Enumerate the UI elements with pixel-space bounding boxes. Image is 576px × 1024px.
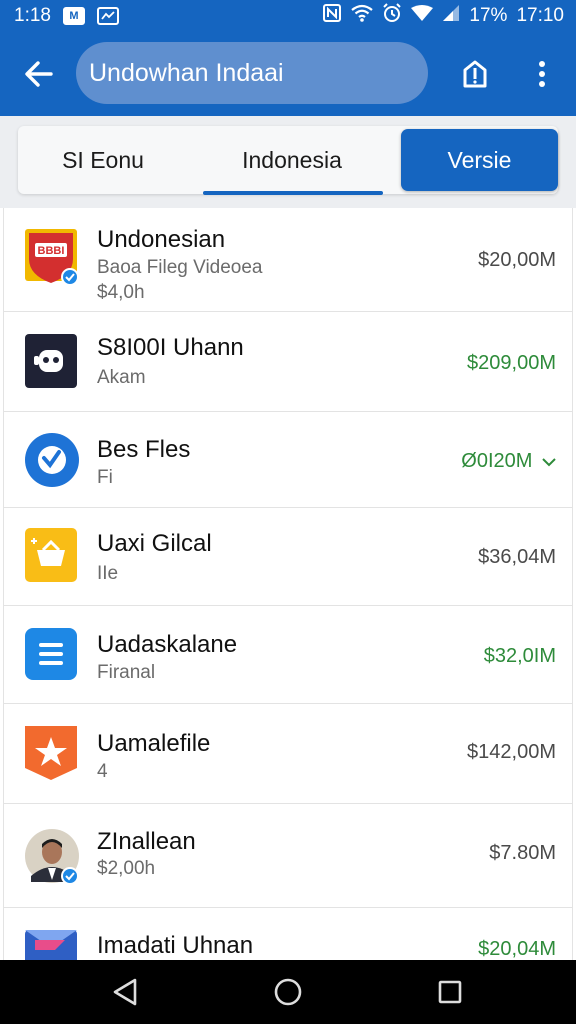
tab-first[interactable]: SI Eonu: [18, 126, 188, 194]
status-time: 1:18: [14, 5, 51, 26]
item-subtitle: 4: [97, 761, 108, 782]
item-title: Uamalefile: [97, 730, 211, 757]
nav-back-button[interactable]: [80, 960, 170, 1024]
more-options-button[interactable]: [512, 32, 572, 116]
item-price: $7.80M: [489, 842, 556, 864]
back-button[interactable]: [0, 32, 78, 116]
red-shield-icon: BBBI: [25, 229, 81, 286]
nav-home-icon: [274, 978, 302, 1006]
tab-bar: SI Eonu Indonesia Versie: [18, 126, 558, 194]
status-bar: 1:18 M 17% 17:10: [0, 0, 576, 32]
list-item[interactable]: BBBI Undonesian Baoa Fileg Videoea $4,0h…: [4, 208, 572, 312]
yellow-basket-icon: [25, 528, 81, 584]
arrow-back-icon: [25, 61, 53, 87]
list-item[interactable]: Bes Fles Fi Ø0I20M: [4, 412, 572, 508]
nav-recents-button[interactable]: [405, 960, 495, 1024]
nfc-icon: [322, 3, 342, 29]
item-subtitle: Akam: [97, 367, 146, 388]
list-item[interactable]: Imadati Uhnan $20,04M: [4, 908, 572, 960]
battery-percent: 17%: [469, 5, 508, 26]
search-input-value: Undowhan Indaai: [89, 58, 284, 87]
item-subtitle: Baoa Fileg Videoea: [97, 257, 263, 278]
item-price: $20,00M: [478, 249, 556, 271]
share-icon: [463, 60, 487, 88]
item-price-value: Ø0I20M: [461, 450, 533, 472]
item-subtitle: IIe: [97, 563, 119, 584]
svg-text:BBBI: BBBI: [38, 245, 65, 257]
item-price: $32,0IM: [483, 645, 556, 667]
app-bar: Undowhan Indaai: [0, 32, 576, 116]
item-title: Uadaskalane: [97, 631, 238, 658]
tab-indonesia[interactable]: Indonesia: [202, 126, 382, 194]
chevron-down-icon[interactable]: [542, 450, 556, 473]
system-nav-bar: [0, 960, 576, 1024]
item-price: $142,00M: [467, 741, 556, 763]
person-avatar: [25, 828, 81, 885]
nav-recents-icon: [438, 980, 462, 1004]
nav-home-button[interactable]: [243, 960, 333, 1024]
notification-chart-icon: [96, 7, 119, 25]
item-subtitle-secondary: $4,0h: [97, 282, 145, 303]
item-price: $20,04M: [478, 938, 556, 960]
item-title: Imadati Uhnan: [97, 932, 254, 959]
tabs-area: SI Eonu Indonesia Versie: [0, 116, 576, 208]
alarm-icon: [382, 3, 402, 29]
nav-back-icon: [113, 978, 137, 1006]
app-list: BBBI Undonesian Baoa Fileg Videoea $4,0h…: [3, 208, 573, 960]
item-title: S8I00I Uhann: [97, 334, 244, 361]
list-item[interactable]: Uadaskalane Firanal $32,0IM: [4, 606, 572, 704]
list-item[interactable]: ZInallean $2,00h $7.80M: [4, 804, 572, 908]
share-button[interactable]: [445, 32, 505, 116]
item-title: ZInallean: [97, 828, 196, 855]
item-price: $36,04M: [478, 546, 556, 568]
item-subtitle: Firanal: [97, 662, 156, 683]
item-price: Ø0I20M: [461, 450, 556, 473]
list-item[interactable]: Uaxi Gilcal IIe $36,04M: [4, 508, 572, 606]
orange-star-icon: [25, 726, 81, 782]
tab-version[interactable]: Versie: [401, 129, 558, 191]
dark-app-icon: [25, 334, 81, 390]
status-clock: 17:10: [516, 5, 564, 26]
search-input[interactable]: Undowhan Indaai: [76, 42, 428, 104]
notification-m-icon: M: [62, 7, 85, 25]
item-title: Uaxi Gilcal: [97, 530, 212, 557]
wifi-icon: [351, 4, 374, 28]
list-item[interactable]: S8I00I Uhann Akam $209,00M: [4, 312, 572, 412]
more-vert-icon: [539, 61, 545, 87]
item-price: $209,00M: [467, 352, 556, 374]
list-item[interactable]: Uamalefile 4 $142,00M: [4, 704, 572, 804]
blue-flag-icon: [25, 930, 81, 960]
item-subtitle: Fi: [97, 467, 113, 488]
cell-signal-icon: [442, 4, 460, 28]
item-title: Undonesian: [97, 226, 226, 253]
blue-circle-check-icon: [25, 432, 81, 488]
active-tab-indicator: [203, 191, 383, 195]
item-subtitle: $2,00h: [97, 858, 156, 879]
wifi-signal-icon: [411, 5, 434, 27]
blue-menu-icon: [25, 628, 81, 684]
item-title: Bes Fles: [97, 436, 191, 463]
